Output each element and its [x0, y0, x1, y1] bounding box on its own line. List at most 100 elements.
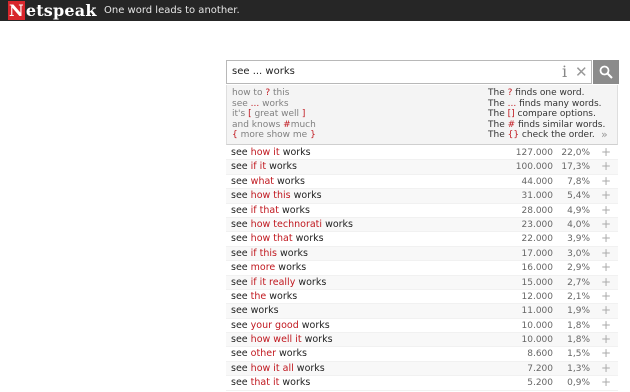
phrase-fixed: works [279, 377, 311, 389]
search-query-text[interactable]: see ... works [232, 66, 295, 78]
netspeak-logo[interactable]: Netspeak [8, 1, 97, 20]
result-phrase[interactable]: see what works [231, 176, 305, 188]
plus-icon[interactable]: + [601, 218, 611, 230]
help-rule-post: finds similar words. [515, 119, 606, 130]
result-row[interactable]: see other works 8.600 1,5% + [226, 347, 618, 362]
phrase-fixed: works [298, 319, 330, 331]
result-percent: 1,8% [567, 320, 590, 331]
help-example-post: much [290, 119, 316, 130]
phrase-fixed: see [231, 247, 251, 259]
help-rule: The ? finds one word. [488, 88, 605, 99]
result-row[interactable]: see what works 44.000 7,8% + [226, 175, 618, 190]
help-example-pre: how to [232, 88, 266, 98]
plus-icon[interactable]: + [601, 333, 611, 345]
result-phrase[interactable]: see how it all works [231, 363, 325, 375]
help-rule-pre: The [488, 119, 508, 130]
result-row[interactable]: see how it works 127.000 22,0% + [226, 146, 618, 161]
phrase-match: your good [250, 319, 299, 331]
search-input[interactable]: see ... works i ✕ [226, 60, 592, 84]
result-phrase[interactable]: see works [231, 305, 279, 317]
result-row[interactable]: see that it works 5.200 0,9% + [226, 376, 618, 391]
plus-icon[interactable]: + [601, 319, 611, 331]
result-percent: 2,1% [567, 291, 590, 302]
plus-icon[interactable]: + [601, 290, 611, 302]
result-phrase[interactable]: see if it works [231, 161, 297, 173]
phrase-fixed: works [293, 362, 325, 374]
phrase-match: how this [250, 190, 291, 202]
help-example-mid: more show me [237, 130, 311, 141]
phrase-fixed: see [231, 218, 251, 230]
plus-icon[interactable]: + [601, 247, 611, 259]
result-row[interactable]: see how technorati works 23.000 4,0% + [226, 217, 618, 233]
result-row[interactable]: see if it really works 15.000 2,7% + [226, 275, 618, 290]
help-example: it's [ great well ] [232, 109, 316, 120]
help-example-op: # [283, 119, 291, 130]
result-percent: 4,0% [567, 219, 590, 230]
plus-icon[interactable]: + [601, 304, 611, 316]
help-example: how to ? this [232, 88, 316, 99]
info-icon[interactable]: i [562, 63, 567, 81]
help-example-pre: it's [232, 109, 249, 120]
close-icon[interactable]: ✕ [575, 63, 588, 81]
result-percent: 0,9% [567, 378, 590, 389]
plus-icon[interactable]: + [601, 204, 611, 216]
result-row[interactable]: see works 11.000 1,9% + [226, 304, 618, 319]
plus-icon[interactable]: + [601, 146, 611, 158]
result-row[interactable]: see if this works 17.000 3,0% + [226, 246, 618, 262]
help-example-op: ... [250, 98, 260, 109]
result-phrase[interactable]: see how it works [231, 147, 311, 159]
result-row[interactable]: see if it works 100.000 17,3% + [226, 160, 618, 175]
plus-icon[interactable]: + [601, 261, 611, 273]
plus-icon[interactable]: + [601, 276, 611, 288]
result-phrase[interactable]: see more works [231, 262, 306, 274]
help-rule-pre: The [488, 88, 508, 98]
result-row[interactable]: see more works 16.000 2,9% + [226, 261, 618, 276]
result-phrase[interactable]: see that it works [231, 377, 310, 389]
result-phrase[interactable]: see how well it works [231, 334, 333, 346]
result-phrase[interactable]: see the works [231, 291, 297, 303]
result-percent: 4,9% [567, 205, 590, 216]
phrase-fixed: see [231, 190, 251, 202]
result-phrase[interactable]: see if it really works [231, 277, 326, 289]
result-row[interactable]: see the works 12.000 2,1% + [226, 290, 618, 305]
plus-icon[interactable]: + [601, 347, 611, 359]
result-phrase[interactable]: see how that works [231, 233, 324, 245]
result-phrase[interactable]: see if this works [231, 248, 308, 260]
phrase-fixed: works [275, 348, 307, 360]
result-phrase[interactable]: see how technorati works [231, 219, 353, 231]
result-row[interactable]: see how well it works 10.000 1,8% + [226, 333, 618, 348]
result-row[interactable]: see your good works 10.000 1,8% + [226, 319, 618, 334]
result-row[interactable]: see if that works 28.000 4,9% + [226, 204, 618, 218]
help-example: see ... works [232, 99, 316, 110]
result-row[interactable]: see how this works 31.000 5,4% + [226, 189, 618, 204]
help-example-post: works [259, 98, 289, 109]
result-row[interactable]: see how that works 22.000 3,9% + [226, 232, 618, 247]
plus-icon[interactable]: + [601, 232, 611, 244]
plus-icon[interactable]: + [601, 189, 611, 201]
plus-icon[interactable]: + [601, 175, 611, 187]
phrase-fixed: see [231, 175, 251, 187]
help-rule-post: compare options. [514, 109, 596, 120]
plus-icon[interactable]: + [601, 376, 611, 388]
result-phrase[interactable]: see if that works [231, 205, 310, 217]
result-count: 5.200 [527, 378, 553, 389]
result-count: 100.000 [515, 162, 553, 173]
plus-icon[interactable]: + [601, 362, 611, 374]
top-bar: Netspeak One word leads to another. [0, 0, 630, 21]
help-rule-post: finds one word. [512, 88, 585, 98]
phrase-fixed: works [266, 290, 298, 302]
plus-icon[interactable]: + [601, 160, 611, 172]
phrase-match: that it [250, 377, 280, 389]
phrase-fixed: see [231, 290, 251, 302]
result-phrase[interactable]: see how this works [231, 190, 322, 202]
double-chevron-right-icon[interactable]: » [601, 129, 608, 141]
help-example: and knows #much [232, 120, 316, 131]
result-phrase[interactable]: see other works [231, 348, 307, 360]
help-example-op2: } [310, 130, 316, 141]
search-button[interactable] [593, 60, 619, 84]
result-count: 10.000 [521, 320, 554, 331]
result-phrase[interactable]: see your good works [231, 320, 330, 332]
search-icon [599, 65, 613, 79]
result-row[interactable]: see how it all works 7.200 1,3% + [226, 361, 618, 377]
phrase-match: more [250, 262, 276, 274]
